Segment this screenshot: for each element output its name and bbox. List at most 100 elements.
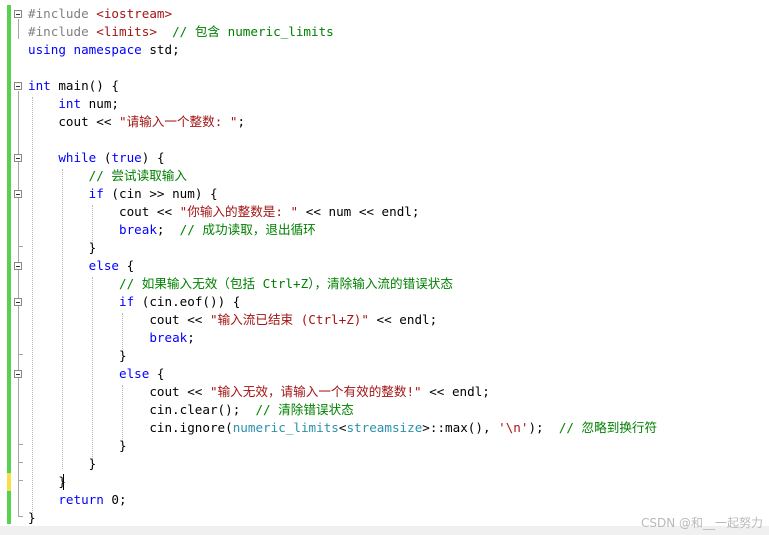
- code-token: }: [28, 240, 97, 255]
- code-token: "你输入的整数是: ": [179, 204, 299, 219]
- code-token: // 忽略到换行符: [558, 420, 658, 435]
- code-token: << endl;: [368, 312, 438, 327]
- code-token: }: [28, 456, 97, 471]
- code-token: break: [119, 222, 157, 237]
- code-token: );: [528, 420, 559, 435]
- code-token: {: [119, 258, 135, 273]
- code-token: ;: [237, 114, 246, 129]
- code-editor[interactable]: #include <iostream> #include <limits> // …: [0, 0, 769, 535]
- code-token: using: [28, 42, 66, 57]
- code-token: }: [28, 348, 127, 363]
- code-token: // 如果输入无效（包括 Ctrl+Z），清除输入流的错误状态: [119, 276, 453, 291]
- code-token: return: [58, 492, 104, 507]
- code-token: break: [149, 330, 188, 345]
- code-token: >::max(),: [422, 420, 499, 435]
- code-token: "请输入一个整数: ": [119, 114, 238, 129]
- code-token: cout <<: [28, 204, 180, 219]
- code-token: ;: [156, 222, 180, 237]
- code-line[interactable]: #include <limits> // 包含 numeric_limits: [28, 23, 334, 41]
- code-line[interactable]: }: [28, 347, 127, 365]
- code-token: // 清除错误状态: [255, 402, 354, 417]
- fold-rail-includes: [18, 19, 19, 39]
- code-token: }: [28, 474, 66, 489]
- code-token: (: [96, 150, 112, 165]
- code-line[interactable]: if (cin >> num) {: [28, 185, 218, 203]
- code-line[interactable]: cout << "输入流已结束 (Ctrl+Z)" << endl;: [28, 311, 437, 329]
- code-token: (cin >> num) {: [103, 186, 218, 201]
- code-token: num;: [81, 96, 120, 111]
- code-line[interactable]: }: [28, 455, 97, 473]
- code-line[interactable]: int main() {: [28, 77, 119, 95]
- collapse-inner-else-icon[interactable]: [14, 370, 22, 378]
- fold-end-else: [18, 462, 23, 463]
- code-line[interactable]: while (true) {: [28, 149, 165, 167]
- code-token: else: [88, 258, 120, 273]
- code-token: main() {: [50, 78, 119, 93]
- code-line[interactable]: if (cin.eof()) {: [28, 293, 240, 311]
- collapse-main-icon[interactable]: [14, 82, 22, 90]
- code-token: (cin.eof()) {: [134, 294, 241, 309]
- collapse-eof-if-icon[interactable]: [14, 298, 22, 306]
- code-line[interactable]: }: [28, 509, 36, 527]
- code-line[interactable]: else {: [28, 257, 135, 275]
- code-line[interactable]: cin.clear(); // 清除错误状态: [28, 401, 354, 419]
- fold-end-eof-if: [18, 354, 23, 355]
- code-line[interactable]: }: [28, 473, 66, 491]
- code-token: ;: [187, 330, 195, 345]
- code-token: // 包含 numeric_limits: [172, 24, 334, 39]
- code-token: cin.clear();: [28, 402, 256, 417]
- unsaved-change-marker: [7, 473, 11, 491]
- fold-end-while: [18, 480, 23, 481]
- code-line[interactable]: // 尝试读取输入: [28, 167, 187, 185]
- code-line[interactable]: cout << "请输入一个整数: ";: [28, 113, 245, 131]
- change-tracking-bar: [7, 5, 11, 524]
- text-caret: [63, 474, 64, 490]
- code-token: #include: [28, 6, 97, 21]
- code-token: streamsize: [346, 420, 423, 435]
- code-token: }: [28, 510, 36, 525]
- code-token: namespace: [73, 42, 142, 57]
- collapse-while-icon[interactable]: [14, 154, 22, 162]
- code-token: if: [88, 186, 104, 201]
- code-line[interactable]: return 0;: [28, 491, 127, 509]
- code-line[interactable]: }: [28, 239, 97, 257]
- watermark: CSDN @和__一起努力: [640, 516, 763, 530]
- code-token: numeric_limits: [232, 420, 339, 435]
- code-token: "输入无效，请输入一个有效的整数!": [209, 384, 422, 399]
- code-token: <limits>: [96, 24, 157, 39]
- code-token: '\n': [498, 420, 529, 435]
- code-token: "输入流已结束 (Ctrl+Z)": [209, 312, 369, 327]
- collapse-else-icon[interactable]: [14, 262, 22, 270]
- code-line[interactable]: // 如果输入无效（包括 Ctrl+Z），清除输入流的错误状态: [28, 275, 453, 293]
- code-line[interactable]: break; // 成功读取，退出循环: [28, 221, 316, 239]
- code-token: {: [149, 366, 165, 381]
- code-line[interactable]: int num;: [28, 95, 119, 113]
- code-line[interactable]: }: [28, 437, 127, 455]
- code-line[interactable]: using namespace std;: [28, 41, 180, 59]
- code-token: cout <<: [28, 114, 119, 129]
- code-line[interactable]: cout << "输入无效，请输入一个有效的整数!" << endl;: [28, 383, 490, 401]
- code-line[interactable]: #include <iostream>: [28, 5, 172, 23]
- collapse-includes-icon[interactable]: [14, 10, 22, 18]
- code-token: ) {: [141, 150, 165, 165]
- code-token: // 成功读取，退出循环: [179, 222, 316, 237]
- code-line[interactable]: break;: [28, 329, 195, 347]
- code-line[interactable]: else {: [28, 365, 165, 383]
- code-line[interactable]: cout << "你输入的整数是: " << num << endl;: [28, 203, 420, 221]
- fold-end-inner-else: [18, 444, 23, 445]
- code-token: // 尝试读取输入: [88, 168, 187, 183]
- code-line[interactable]: cin.ignore(numeric_limits<streamsize>::m…: [28, 419, 657, 437]
- collapse-if-icon[interactable]: [14, 190, 22, 198]
- code-token: 0;: [103, 492, 127, 507]
